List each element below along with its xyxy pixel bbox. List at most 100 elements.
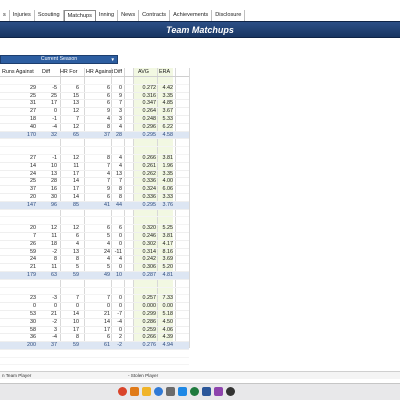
photos-icon[interactable] — [214, 387, 223, 396]
table-cell[interactable]: 24 — [0, 171, 36, 179]
table-cell[interactable]: 4 — [84, 116, 110, 124]
table-cell[interactable]: 0 — [112, 241, 122, 249]
table-cell[interactable]: 0.248 — [138, 116, 157, 124]
worksheet-tab[interactable]: n Team Player — [2, 372, 31, 380]
table-cell[interactable]: 4.00 — [159, 178, 174, 186]
table-cell[interactable]: 14 — [84, 319, 110, 327]
table-cell[interactable]: 12 — [63, 124, 79, 132]
table-cell[interactable]: 21 — [84, 311, 110, 319]
table-cell[interactable]: 5 — [84, 264, 110, 272]
table-cell[interactable]: 8 — [84, 155, 110, 163]
tab-scouting[interactable]: Scouting — [35, 10, 64, 21]
table-cell[interactable]: 9 — [84, 108, 110, 116]
table-cell[interactable]: 37 — [84, 132, 110, 140]
table-cell[interactable]: 17 — [63, 327, 79, 335]
table-cell[interactable]: 4.94 — [159, 342, 174, 350]
table-cell[interactable]: 5.18 — [159, 311, 174, 319]
table-cell[interactable]: 13 — [112, 171, 122, 179]
tab-injuries[interactable]: Injuries — [10, 10, 35, 21]
table-cell[interactable]: 53 — [0, 311, 36, 319]
table-cell[interactable]: 25 — [0, 178, 36, 186]
table-cell[interactable]: 0 — [63, 303, 79, 311]
table-cell[interactable]: 6 — [84, 93, 110, 101]
table-cell[interactable]: 3.35 — [159, 171, 174, 179]
table-cell[interactable]: 4.50 — [159, 319, 174, 327]
table-cell[interactable]: 49 — [84, 272, 110, 280]
table-cell[interactable]: 3.76 — [159, 202, 174, 210]
table-cell[interactable]: 0.295 — [138, 202, 157, 210]
table-cell[interactable]: 0.261 — [138, 163, 157, 171]
firefox-icon[interactable] — [130, 387, 139, 396]
table-cell[interactable]: 3 — [112, 108, 122, 116]
table-cell[interactable]: 4.58 — [159, 132, 174, 140]
table-cell[interactable]: 5 — [84, 233, 110, 241]
column-header[interactable]: Runs Against — [2, 68, 42, 77]
table-cell[interactable]: 15 — [63, 93, 79, 101]
table-cell[interactable]: 29 — [0, 85, 36, 93]
table-cell[interactable]: 4 — [84, 241, 110, 249]
table-cell[interactable]: 9 — [84, 186, 110, 194]
table-cell[interactable]: 0.324 — [138, 186, 157, 194]
table-cell[interactable]: 0.320 — [138, 225, 157, 233]
table-cell[interactable]: 4.39 — [159, 334, 174, 342]
table-cell[interactable]: 14 — [63, 194, 79, 202]
table-cell[interactable]: 7 — [112, 178, 122, 186]
table-cell[interactable]: 28 — [112, 132, 122, 140]
table-cell[interactable]: 12 — [63, 225, 79, 233]
column-header[interactable]: HR For — [60, 68, 80, 77]
table-cell[interactable]: -1 — [39, 155, 57, 163]
table-cell[interactable]: 14 — [0, 163, 36, 171]
table-cell[interactable]: 20 — [0, 194, 36, 202]
table-cell[interactable]: 24 — [84, 249, 110, 257]
table-cell[interactable]: 7 — [84, 178, 110, 186]
season-dropdown[interactable]: Current Season ▼ — [0, 55, 118, 64]
table-cell[interactable]: 7 — [0, 233, 36, 241]
table-cell[interactable]: 58 — [0, 327, 36, 335]
table-cell[interactable]: 3.81 — [159, 155, 174, 163]
table-cell[interactable]: 30 — [0, 319, 36, 327]
word-icon[interactable] — [202, 387, 211, 396]
table-cell[interactable]: 7 — [112, 100, 122, 108]
mail-icon[interactable] — [154, 387, 163, 396]
table-cell[interactable]: 6 — [84, 100, 110, 108]
table-cell[interactable]: 0 — [112, 264, 122, 272]
tab-contracts[interactable]: Contracts — [139, 10, 171, 21]
table-cell[interactable]: 8 — [84, 124, 110, 132]
table-cell[interactable]: 0.295 — [138, 132, 157, 140]
table-cell[interactable]: 6 — [84, 194, 110, 202]
table-cell[interactable]: 1.96 — [159, 163, 174, 171]
table-cell[interactable]: 17 — [63, 186, 79, 194]
tab-achievements[interactable]: Achievements — [170, 10, 213, 21]
table-cell[interactable]: -2 — [39, 249, 57, 257]
table-cell[interactable]: 0.302 — [138, 241, 157, 249]
table-cell[interactable]: 3 — [112, 116, 122, 124]
table-cell[interactable]: 200 — [0, 342, 36, 350]
table-cell[interactable]: 30 — [39, 194, 57, 202]
table-cell[interactable]: 11 — [63, 163, 79, 171]
table-cell[interactable]: 0.266 — [138, 155, 157, 163]
table-cell[interactable]: 61 — [84, 342, 110, 350]
table-cell[interactable]: 0.336 — [138, 194, 157, 202]
table-cell[interactable]: 170 — [0, 132, 36, 140]
table-cell[interactable]: -4 — [39, 124, 57, 132]
table-cell[interactable]: 59 — [0, 249, 36, 257]
table-cell[interactable]: 8 — [39, 256, 57, 264]
table-cell[interactable]: 25 — [39, 93, 57, 101]
table-cell[interactable]: 21 — [0, 264, 36, 272]
table-cell[interactable]: 8 — [63, 256, 79, 264]
table-cell[interactable]: 0 — [112, 233, 122, 241]
table-cell[interactable]: 3.33 — [159, 194, 174, 202]
table-cell[interactable]: -2 — [112, 342, 122, 350]
table-cell[interactable]: 0.000 — [138, 303, 157, 311]
table-cell[interactable]: 0 — [0, 303, 36, 311]
table-cell[interactable]: 0.286 — [138, 319, 157, 327]
table-cell[interactable]: 4.17 — [159, 241, 174, 249]
table-cell[interactable]: -1 — [39, 116, 57, 124]
table-cell[interactable]: 5 — [63, 264, 79, 272]
column-header[interactable]: Diff — [114, 68, 124, 77]
table-cell[interactable]: 6 — [63, 85, 79, 93]
table-cell[interactable]: 147 — [0, 202, 36, 210]
table-cell[interactable]: 0.272 — [138, 85, 157, 93]
table-cell[interactable]: 6 — [112, 225, 122, 233]
table-cell[interactable]: 10 — [63, 319, 79, 327]
